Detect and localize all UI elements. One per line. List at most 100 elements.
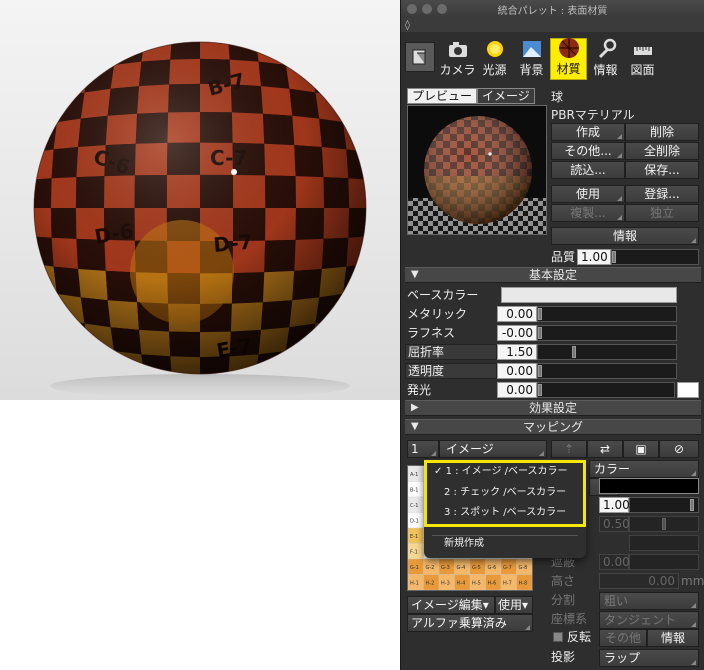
mapping-slider-1[interactable] [629, 497, 699, 513]
transparency-value[interactable]: 0.00 [497, 363, 537, 379]
mapping-slider-1-knob[interactable] [690, 499, 694, 511]
render-viewport[interactable]: B-7C-6C-7D-6D-7E-7 [0, 0, 400, 400]
quality-slider[interactable] [611, 249, 699, 265]
mapping-slider-3[interactable] [629, 535, 699, 551]
tab-light[interactable]: 光源 [476, 38, 513, 80]
tab-drawing[interactable]: 図面 [624, 38, 661, 80]
layer-delete-button[interactable]: ⊘ [659, 440, 699, 458]
roughness-slider-knob[interactable] [538, 327, 542, 339]
ior-slider-knob[interactable] [572, 346, 576, 358]
mapping-value-3[interactable]: 0.00 [599, 554, 630, 570]
mapping-target-menu[interactable]: カラー [589, 460, 699, 478]
section-effects[interactable]: ▶ 効果設定 [405, 400, 701, 416]
register-button[interactable]: 登録... [625, 185, 699, 203]
layer-copy-button[interactable]: ▣ [623, 440, 659, 458]
emission-color-swatch[interactable] [677, 382, 699, 398]
tab-camera-label: カメラ [439, 63, 476, 77]
metallic-slider[interactable] [537, 306, 677, 322]
transparency-slider-knob[interactable] [538, 365, 542, 377]
tab-background[interactable]: 背景 [513, 38, 550, 80]
preview-sphere [408, 106, 546, 234]
image-use-menu[interactable]: 使用▾ [495, 596, 533, 614]
ior-value[interactable]: 1.50 [497, 344, 537, 360]
object-tab[interactable] [405, 42, 435, 72]
delete-all-button[interactable]: 全削除 [625, 142, 699, 160]
tab-preview[interactable]: プレビュー [407, 88, 478, 104]
mapping-info-button[interactable]: 情報 [647, 629, 699, 647]
alpha-mode-menu[interactable]: アルファ乗算済み [407, 614, 533, 632]
mapping-value-1[interactable]: 1.00 [599, 497, 630, 513]
close-window-button[interactable] [407, 4, 417, 14]
mapping-value-2[interactable]: 0.50 [599, 516, 630, 532]
texture-cell-label: G-8 [519, 565, 528, 571]
checker-tile [299, 42, 327, 57]
division-menu[interactable]: 粗い [599, 592, 699, 610]
height-value[interactable]: 0.00 [599, 573, 679, 589]
ior-menu[interactable]: 屈折率 [405, 344, 497, 360]
section-mapping-title: マッピング [522, 420, 583, 434]
emission-slider[interactable] [537, 382, 675, 398]
transparency-slider[interactable] [537, 363, 677, 379]
layer-menu-item-1[interactable]: ✓ 1 : イメージ /ベースカラー [424, 463, 582, 481]
window-titlebar[interactable]: 統合パレット : 表面材質 [401, 0, 704, 18]
texture-cell-label: G-5 [472, 565, 481, 571]
quality-value[interactable]: 1.00 [577, 249, 611, 265]
section-mapping[interactable]: ▼ マッピング [405, 419, 701, 435]
layer-menu-item-2[interactable]: 2 : チェック /ベースカラー [424, 484, 582, 502]
minimize-window-button[interactable] [422, 4, 432, 14]
checker-tile [276, 42, 306, 50]
base-color-swatch[interactable] [501, 287, 677, 303]
mapping-slider-2-knob[interactable] [662, 518, 666, 530]
layer-index-menu[interactable]: 1 [407, 440, 439, 458]
tab-material[interactable]: 材質 [550, 38, 587, 80]
transparency-menu[interactable]: 透明度 [405, 363, 497, 379]
tab-info[interactable]: 情報 [587, 38, 624, 80]
save-button[interactable]: 保存... [625, 161, 699, 179]
checker-tile [67, 340, 95, 366]
texture-cell-label: A-1 [410, 472, 418, 478]
coord-menu[interactable]: タンジェント [599, 611, 699, 629]
collapse-icon[interactable]: ◊ [405, 20, 410, 31]
mapping-slider-2[interactable] [629, 516, 699, 532]
info-button[interactable]: 情報 [551, 227, 699, 245]
checker-tile [305, 50, 333, 76]
mapping-color-swatch[interactable] [599, 478, 699, 494]
projection-menu[interactable]: ラップ [599, 649, 699, 667]
metallic-slider-knob[interactable] [538, 308, 542, 320]
texture-cell-label: E-1 [410, 534, 418, 540]
create-button[interactable]: 作成 [551, 123, 625, 141]
duplicate-button[interactable]: 複製... [551, 204, 625, 222]
section-basic-settings[interactable]: ▼ 基本設定 [405, 267, 701, 283]
preview-tabs: プレビュー イメージ [407, 88, 535, 104]
layer-menu-item-1-label: 1 : イメージ /ベースカラー [445, 466, 568, 477]
occlusion-slider[interactable] [629, 554, 699, 570]
roughness-value[interactable]: -0.00 [497, 325, 537, 341]
roughness-slider[interactable] [537, 325, 677, 341]
layer-swap-button[interactable]: ⇄ [587, 440, 623, 458]
independent-button[interactable]: 独立 [625, 204, 699, 222]
tab-material-label: 材質 [556, 62, 581, 76]
new-layer-menu-item[interactable]: 新規作成 [424, 535, 582, 553]
texture-cell-label: F-1 [410, 550, 418, 556]
material-type: PBRマテリアル [551, 108, 635, 122]
tab-camera[interactable]: カメラ [439, 38, 476, 80]
load-button[interactable]: 読込... [551, 161, 625, 179]
quality-slider-knob[interactable] [612, 251, 616, 263]
tab-image[interactable]: イメージ [477, 88, 535, 104]
use-button[interactable]: 使用 [551, 185, 625, 203]
layer-menu-item-3[interactable]: 3 : スポット /ベースカラー [424, 504, 582, 522]
layer-type-menu[interactable]: イメージ [439, 440, 547, 458]
emission-slider-knob[interactable] [538, 384, 542, 396]
ior-slider[interactable] [537, 344, 677, 360]
layer-up-button[interactable]: ⇡ [551, 440, 587, 458]
other-button[interactable]: その他... [551, 142, 625, 160]
emission-value[interactable]: 0.00 [497, 382, 537, 398]
delete-button[interactable]: 削除 [625, 123, 699, 141]
invert-checkbox[interactable] [553, 632, 563, 642]
tab-info-label: 情報 [593, 63, 618, 77]
metallic-value[interactable]: 0.00 [497, 306, 537, 322]
material-sphere-icon [558, 37, 580, 59]
zoom-window-button[interactable] [437, 4, 447, 14]
image-edit-menu[interactable]: イメージ編集▾ [407, 596, 495, 614]
mapping-other-button[interactable]: その他 [599, 629, 647, 647]
